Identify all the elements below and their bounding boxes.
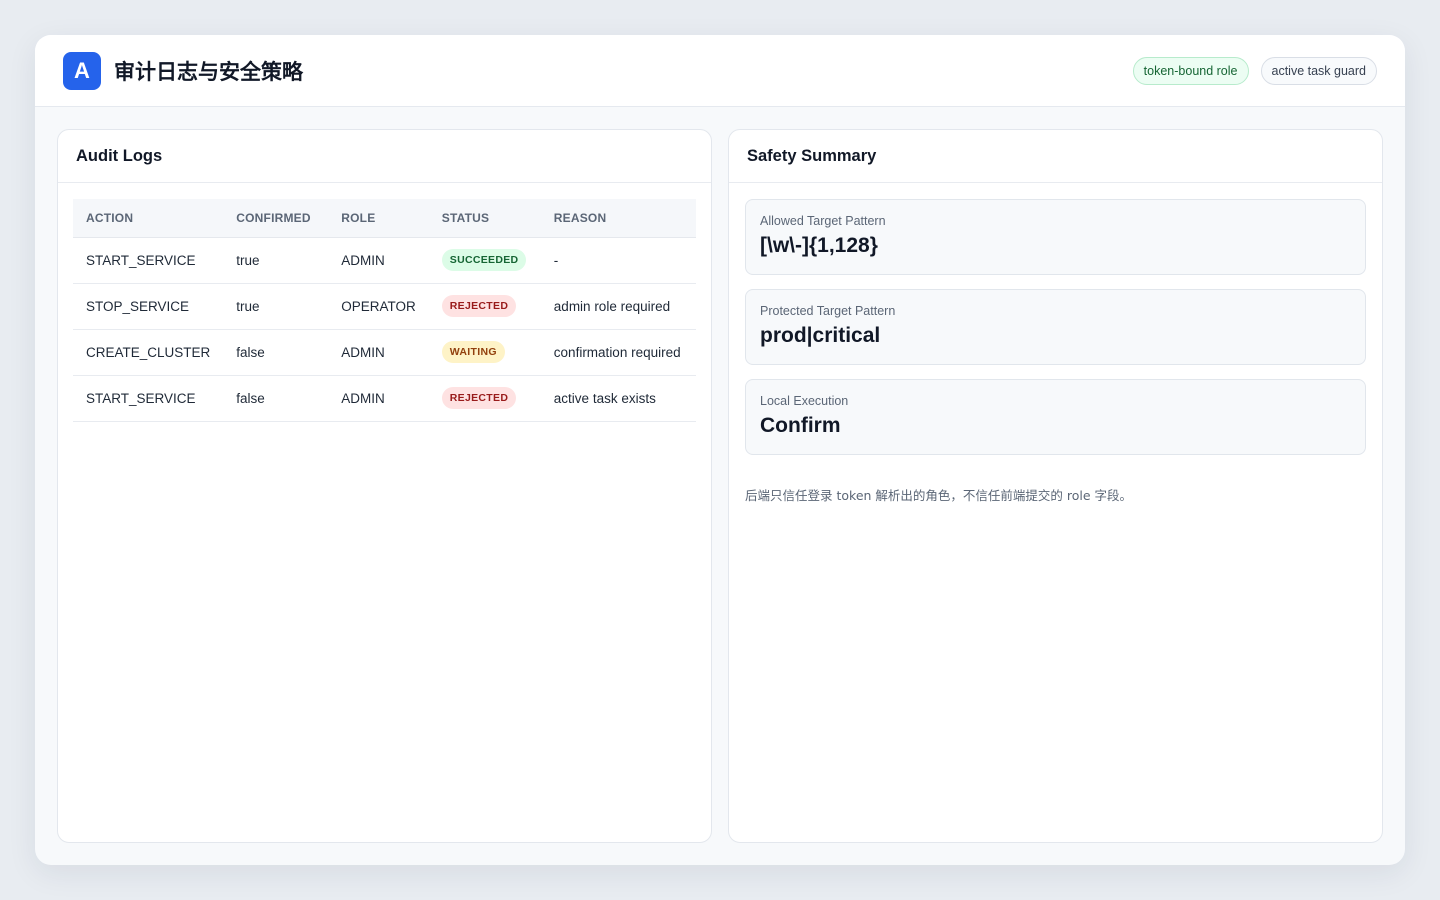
- cell-role: ADMIN: [328, 375, 429, 422]
- status-badge: REJECTED: [441, 295, 517, 317]
- cell-status: REJECTED: [428, 375, 541, 422]
- cell-reason: active task exists: [540, 375, 696, 422]
- app-window: A 审计日志与安全策略 token-bound role active task…: [35, 35, 1405, 865]
- cell-role: OPERATOR: [328, 283, 429, 330]
- active-task-guard-tag: active task guard: [1260, 56, 1377, 85]
- column-header-action: ACTION: [73, 199, 224, 238]
- app-header: A 审计日志与安全策略 token-bound role active task…: [35, 35, 1405, 107]
- column-header-role: ROLE: [328, 199, 429, 238]
- table-row: START_SERVICE true ADMIN SUCCEEDED -: [73, 237, 696, 284]
- table-row: STOP_SERVICE true OPERATOR REJECTED admi…: [73, 283, 696, 330]
- safety-summary-title: Safety Summary: [729, 130, 1382, 183]
- card-value: [\w\-]{1,128}: [760, 234, 878, 257]
- token-bound-role-tag: token-bound role: [1132, 56, 1249, 85]
- table-row: CREATE_CLUSTER false ADMIN WAITING confi…: [73, 329, 696, 376]
- status-badge: SUCCEEDED: [441, 249, 527, 271]
- page-title: 审计日志与安全策略: [114, 59, 303, 84]
- role-trust-note: 后端只信任登录 token 解析出的角色，不信任前端提交的 role 字段。: [745, 488, 1133, 503]
- header-tags: token-bound role active task guard: [1132, 56, 1377, 85]
- cell-reason: confirmation required: [540, 329, 696, 376]
- cell-reason: admin role required: [540, 283, 696, 330]
- card-value: prod|critical: [760, 324, 881, 347]
- cell-action: CREATE_CLUSTER: [73, 329, 224, 376]
- cell-status: WAITING: [428, 329, 541, 376]
- audit-logs-title: Audit Logs: [58, 130, 711, 183]
- audit-logs-table: ACTION CONFIRMED ROLE STATUS REASON STAR…: [73, 199, 696, 422]
- cell-action: STOP_SERVICE: [73, 283, 224, 330]
- card-label: Allowed Target Pattern: [760, 214, 886, 228]
- cell-confirmed: true: [223, 237, 329, 284]
- status-badge: WAITING: [441, 341, 505, 363]
- column-header-status: STATUS: [428, 199, 541, 238]
- cell-action: START_SERVICE: [73, 237, 224, 284]
- column-header-confirmed: CONFIRMED: [223, 199, 329, 238]
- cell-confirmed: true: [223, 283, 329, 330]
- protected-target-pattern-card: Protected Target Pattern prod|critical: [745, 289, 1366, 365]
- table-header-row: ACTION CONFIRMED ROLE STATUS REASON: [73, 199, 696, 238]
- cell-action: START_SERVICE: [73, 375, 224, 422]
- local-execution-card: Local Execution Confirm: [745, 379, 1366, 455]
- safety-summary-panel: Safety Summary Allowed Target Pattern [\…: [728, 129, 1383, 843]
- allowed-target-pattern-card: Allowed Target Pattern [\w\-]{1,128}: [745, 199, 1366, 275]
- column-header-reason: REASON: [540, 199, 696, 238]
- card-value: Confirm: [760, 414, 841, 437]
- table-row: START_SERVICE false ADMIN REJECTED activ…: [73, 375, 696, 422]
- card-label: Protected Target Pattern: [760, 304, 896, 318]
- app-logo: A: [63, 51, 101, 90]
- cell-role: ADMIN: [328, 237, 429, 284]
- cell-confirmed: false: [223, 329, 329, 376]
- cell-reason: -: [540, 237, 696, 284]
- cell-status: SUCCEEDED: [428, 237, 541, 284]
- cell-confirmed: false: [223, 375, 329, 422]
- audit-logs-panel: Audit Logs ACTION CONFIRMED ROLE STATUS …: [57, 129, 712, 843]
- card-label: Local Execution: [760, 394, 849, 408]
- status-badge: REJECTED: [441, 387, 517, 409]
- cell-role: ADMIN: [328, 329, 429, 376]
- cell-status: REJECTED: [428, 283, 541, 330]
